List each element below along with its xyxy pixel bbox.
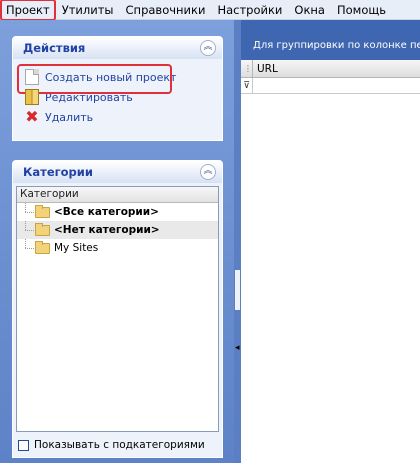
show-subcategories-option[interactable]: Показывать с подкатегориями	[18, 439, 205, 451]
tree-item-label: <Нет категории>	[54, 224, 160, 236]
create-project-label: Создать новый проект	[45, 70, 177, 84]
column-header-url[interactable]: URL	[253, 63, 278, 75]
folder-icon	[35, 240, 50, 254]
edit-icon	[25, 89, 39, 105]
folder-icon	[35, 222, 50, 236]
show-subcategories-label: Показывать с подкатегориями	[34, 439, 205, 451]
create-project-action[interactable]: Создать новый проект	[13, 64, 222, 94]
folder-icon	[35, 204, 50, 218]
delete-action[interactable]: ✖ Удалить	[13, 107, 222, 127]
show-subcategories-checkbox[interactable]	[18, 439, 29, 451]
categories-panel: Категории ︽ Категории <Все категории> <Н…	[12, 160, 223, 458]
delete-label: Удалить	[45, 110, 94, 124]
categories-column-header[interactable]: Категории	[17, 187, 218, 203]
tree-item-label: My Sites	[54, 242, 99, 254]
menu-project[interactable]: Проект	[0, 0, 56, 21]
tree-item-label: <Все категории>	[54, 206, 159, 218]
actions-panel-title: Действия	[23, 41, 86, 55]
filter-icon[interactable]: ⊽	[241, 77, 253, 94]
collapse-actions-icon[interactable]: ︽	[200, 40, 216, 56]
menu-bar: Проект Утилиты Справочники Настройки Окн…	[0, 0, 420, 21]
actions-panel: Действия ︽ Создать новый проект Редактир…	[12, 36, 223, 141]
tree-item-no-category[interactable]: <Нет категории>	[17, 221, 218, 239]
grid-column-header-row: ⋮ URL	[241, 59, 420, 78]
tree-item-my-sites[interactable]: My Sites	[17, 239, 218, 257]
column-chooser-icon[interactable]: ⋮	[241, 59, 253, 78]
categories-panel-header[interactable]: Категории ︽	[13, 161, 222, 183]
menu-utilities[interactable]: Утилиты	[56, 0, 120, 20]
categories-tree: Категории <Все категории> <Нет категории…	[16, 186, 219, 432]
menu-help[interactable]: Помощь	[331, 0, 392, 20]
pane-splitter[interactable]: ◂	[234, 20, 241, 463]
menu-windows[interactable]: Окна	[288, 0, 331, 20]
left-pane: Действия ︽ Создать новый проект Редактир…	[0, 20, 234, 463]
collapse-left-arrow-icon[interactable]: ◂	[235, 343, 240, 353]
collapse-categories-icon[interactable]: ︽	[200, 164, 216, 180]
tree-item-all-categories[interactable]: <Все категории>	[17, 203, 218, 221]
categories-panel-title: Категории	[23, 165, 93, 179]
filter-row[interactable]: ⊽	[241, 77, 420, 94]
delete-icon: ✖	[25, 107, 39, 126]
actions-panel-header[interactable]: Действия ︽	[13, 37, 222, 59]
new-document-icon	[25, 69, 39, 85]
projects-grid: Для группировки по колонке пере ⋮ URL ⊽	[241, 20, 420, 463]
menu-references[interactable]: Справочники	[120, 0, 212, 20]
menu-settings[interactable]: Настройки	[211, 0, 288, 20]
group-by-hint[interactable]: Для группировки по колонке пере	[241, 20, 420, 60]
splitter-grip[interactable]	[235, 270, 240, 310]
